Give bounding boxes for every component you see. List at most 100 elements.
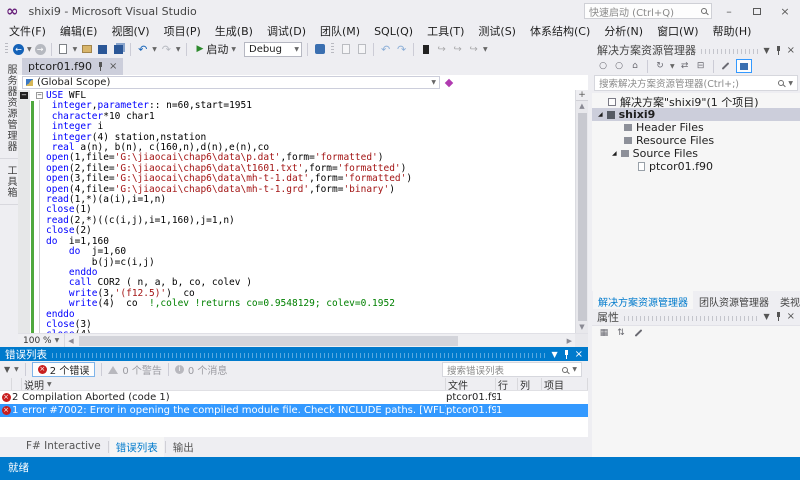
expanded-arrow-icon[interactable]: ◢: [598, 111, 603, 118]
refresh-icon[interactable]: ↻: [654, 60, 666, 72]
maximize-button[interactable]: [746, 3, 768, 19]
menu-item-13[interactable]: 帮助(H): [706, 21, 759, 41]
member-icon[interactable]: [445, 78, 453, 86]
new-file-icon[interactable]: [57, 43, 70, 56]
window-position-dropdown[interactable]: ▼: [763, 46, 769, 55]
error-list-search-input[interactable]: 搜索错误列表 ▼: [442, 362, 582, 377]
tab-class-view[interactable]: 类视图: [775, 291, 800, 309]
menu-item-6[interactable]: 团队(M): [313, 21, 367, 41]
column-description[interactable]: 说明▼: [22, 378, 446, 390]
undo-dropdown[interactable]: ▼: [152, 46, 157, 53]
vertical-scroll-thumb[interactable]: [578, 113, 587, 321]
code-line-24[interactable]: close(4): [46, 330, 588, 333]
open-file-icon[interactable]: [80, 43, 93, 56]
code-line-23[interactable]: close(3): [46, 320, 588, 330]
code-line-3[interactable]: character*10 char1: [46, 112, 588, 122]
menu-item-2[interactable]: 视图(V): [104, 21, 156, 41]
tab-fsharp-interactive[interactable]: F# Interactive: [20, 437, 107, 457]
outlining-margin[interactable]: −: [35, 90, 46, 333]
tab-solution-explorer[interactable]: 解决方案资源管理器: [593, 291, 693, 309]
toolbar-overflow-dropdown[interactable]: ▼: [483, 46, 488, 53]
tree-item-project[interactable]: ◢ shixi9: [592, 108, 800, 121]
solution-explorer-search-input[interactable]: 搜索解决方案资源管理器(Ctrl+;) ▼: [594, 75, 798, 91]
pin-icon[interactable]: [775, 46, 782, 55]
redo-icon[interactable]: ↷: [160, 43, 173, 56]
code-line-17[interactable]: b(j)=c(i,j): [46, 258, 588, 268]
scroll-left-icon[interactable]: ◀: [65, 337, 76, 345]
home-icon[interactable]: ⌂: [629, 60, 641, 72]
collapse-all-icon[interactable]: ⊟: [695, 60, 707, 72]
messages-count-label[interactable]: 0 个消息: [188, 362, 228, 377]
menu-item-5[interactable]: 调试(D): [260, 21, 313, 41]
column-file[interactable]: 文件: [446, 378, 496, 390]
pin-icon[interactable]: [775, 312, 782, 321]
scroll-down-icon[interactable]: ▼: [579, 322, 584, 333]
save-all-icon[interactable]: [112, 43, 125, 56]
menu-item-12[interactable]: 窗口(W): [650, 21, 705, 41]
code-text[interactable]: USE WFL integer,parameter:: n=60,start=1…: [46, 90, 588, 333]
window-position-dropdown[interactable]: ▼: [763, 312, 769, 321]
menu-item-3[interactable]: 项目(P): [157, 21, 208, 41]
search-dropdown[interactable]: ▼: [788, 80, 793, 87]
menu-item-1[interactable]: 编辑(E): [53, 21, 105, 41]
horizontal-scrollbar[interactable]: [77, 334, 564, 347]
tree-item-source-files[interactable]: ◢ Source Files: [592, 147, 800, 160]
breakpoint-margin[interactable]: −: [18, 90, 30, 333]
navigate-back-dropdown[interactable]: ▼: [27, 46, 32, 53]
tab-close-icon[interactable]: ×: [109, 62, 117, 72]
split-editor-handle[interactable]: +: [576, 90, 589, 101]
code-line-14[interactable]: close(2): [46, 226, 588, 236]
scope-combo[interactable]: (Global Scope) ▼: [22, 76, 440, 89]
error-row-2[interactable]: ×1error #7002: Error in opening the comp…: [0, 404, 588, 417]
code-area[interactable]: − − USE WFL integer,parameter:: n=60,sta…: [18, 90, 588, 333]
start-debug-button[interactable]: ▶ 启动 ▼: [192, 41, 242, 57]
column-line[interactable]: 行: [496, 378, 518, 390]
tree-item-source-file[interactable]: ptcor01.f90: [592, 160, 800, 173]
navigate-forward-icon[interactable]: →: [35, 44, 46, 55]
debug-configuration-combo[interactable]: Debug ▼: [244, 42, 302, 57]
column-column[interactable]: 列: [518, 378, 542, 390]
toolbar-grip-2[interactable]: [331, 43, 334, 55]
tab-team-explorer[interactable]: 团队资源管理器: [694, 291, 774, 309]
window-position-dropdown[interactable]: ▼: [551, 350, 557, 359]
pin-icon[interactable]: [563, 350, 570, 359]
scroll-up-icon[interactable]: ▲: [579, 101, 584, 112]
code-line-21[interactable]: write(4) co !,colev !returns co=0.954812…: [46, 299, 588, 309]
redo-dropdown[interactable]: ▼: [176, 46, 181, 53]
scroll-right-icon[interactable]: ▶: [564, 337, 575, 345]
document-tab[interactable]: ptcor01.f90 ×: [22, 58, 123, 75]
toolbar-grip[interactable]: [5, 43, 8, 55]
warnings-count-label[interactable]: 0 个警告: [122, 362, 162, 377]
code-line-15[interactable]: do i=1,160: [46, 237, 588, 247]
properties-wrench-icon[interactable]: [720, 60, 732, 72]
expanded-arrow-icon[interactable]: ◢: [612, 150, 617, 157]
tab-error-list[interactable]: 错误列表: [110, 437, 164, 457]
zoom-level-combo[interactable]: 100 % ▼: [18, 334, 65, 347]
filter-dropdown[interactable]: ▼: [14, 366, 19, 373]
errors-filter-button[interactable]: × 2 个错误: [32, 362, 96, 377]
tab-output[interactable]: 输出: [167, 437, 200, 457]
close-icon[interactable]: ×: [575, 349, 583, 360]
alphabetical-icon[interactable]: ⇅: [615, 327, 627, 339]
refresh-dropdown[interactable]: ▼: [670, 63, 675, 70]
menu-item-10[interactable]: 体系结构(C): [523, 21, 597, 41]
column-project[interactable]: 项目: [542, 378, 588, 390]
preview-selected-items-icon[interactable]: [736, 59, 752, 73]
menu-item-7[interactable]: SQL(Q): [367, 23, 420, 40]
tree-item-resource-files[interactable]: Resource Files: [592, 134, 800, 147]
solution-explorer-title-bar[interactable]: 解决方案资源管理器 ▼ ×: [592, 42, 800, 58]
undo-icon[interactable]: ↶: [136, 43, 149, 56]
minimize-button[interactable]: –: [718, 3, 740, 19]
horizontal-scroll-thumb[interactable]: [79, 336, 459, 346]
close-button[interactable]: ×: [774, 3, 796, 19]
property-pages-icon[interactable]: [632, 327, 644, 339]
new-file-dropdown[interactable]: ▼: [73, 46, 78, 53]
properties-title-bar[interactable]: 属性 ▼ ×: [592, 309, 800, 325]
menu-item-9[interactable]: 测试(S): [471, 21, 523, 41]
error-row-1[interactable]: ×2Compilation Aborted (code 1)ptcor01.f9…: [0, 391, 588, 404]
save-icon[interactable]: [96, 43, 109, 56]
back-icon[interactable]: ○: [597, 60, 609, 72]
code-line-11[interactable]: read(1,*)(a(i),i=1,n): [46, 195, 588, 205]
menu-item-4[interactable]: 生成(B): [208, 21, 260, 41]
error-list-title-bar[interactable]: 错误列表 ▼ ×: [0, 347, 588, 361]
